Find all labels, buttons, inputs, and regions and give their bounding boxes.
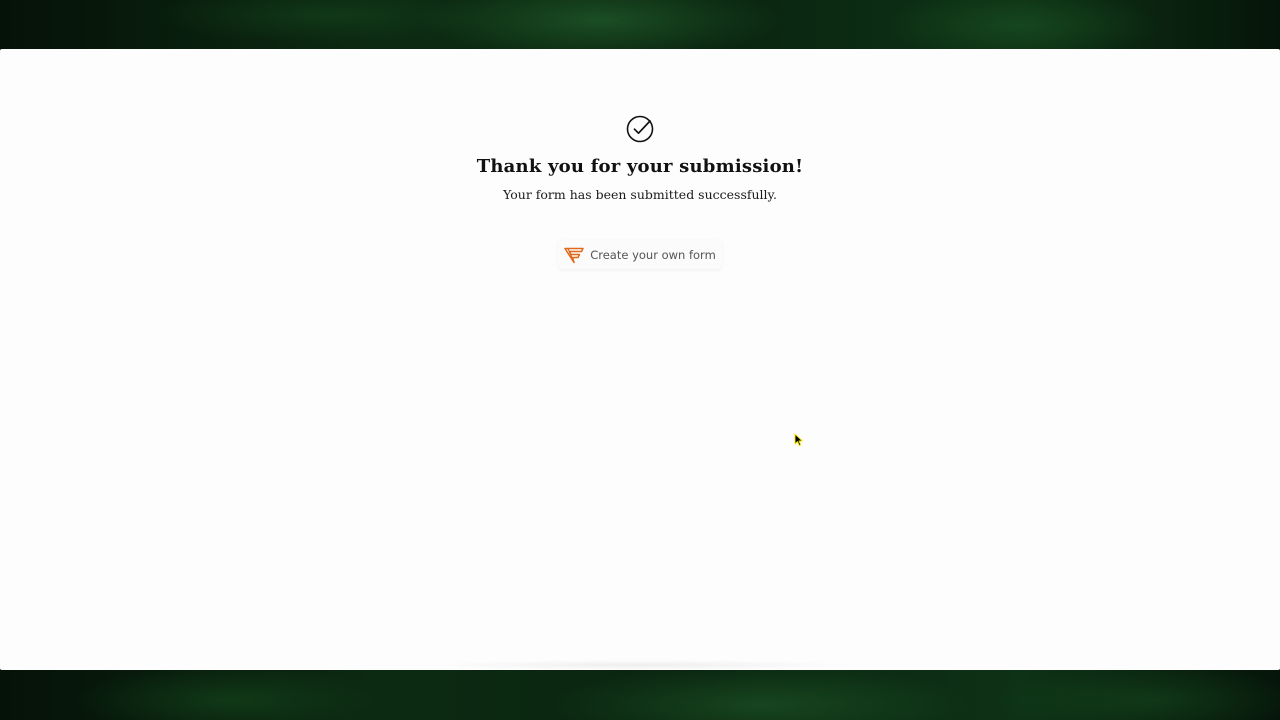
check-circle-icon [626, 115, 654, 143]
card-shadow [420, 660, 860, 670]
create-your-own-form-button[interactable]: Create your own form [558, 240, 722, 269]
success-message-block: Thank you for your submission! Your form… [0, 114, 1280, 205]
success-title: Thank you for your submission! [476, 156, 804, 177]
mouse-pointer-icon [794, 433, 803, 447]
create-form-button-label: Create your own form [590, 247, 716, 262]
brand-logo-icon [564, 247, 584, 263]
success-subtitle: Your form has been submitted successfull… [503, 187, 777, 202]
